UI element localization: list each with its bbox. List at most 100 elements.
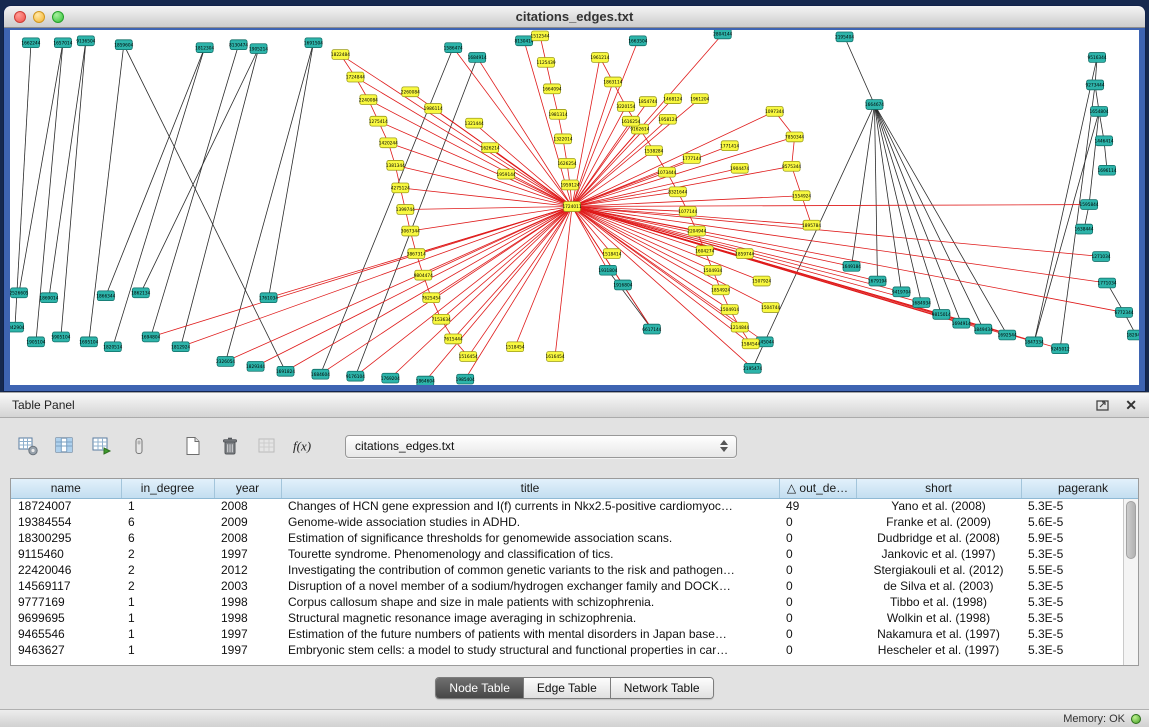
graph-node[interactable]: 1275414	[369, 116, 388, 126]
import-table-icon[interactable]	[88, 432, 116, 460]
graph-node[interactable]: 1981314	[548, 109, 567, 119]
graph-node[interactable]: 1854744	[638, 97, 657, 107]
graph-node[interactable]: 1812304	[195, 43, 214, 53]
graph-node[interactable]: 1854924	[711, 285, 730, 295]
table-scrollbar[interactable]	[1123, 499, 1138, 665]
graph-node[interactable]: 9273444	[1086, 80, 1105, 90]
network-canvas[interactable]: 1662244165701491365041859604181230481304…	[10, 30, 1139, 385]
table-row[interactable]: 946554611997Estimation of the future num…	[11, 626, 1139, 642]
graph-node[interactable]: 1829344	[246, 361, 265, 371]
graph-node[interactable]: 2240084	[359, 95, 378, 105]
graph-node[interactable]: 1516454	[459, 352, 478, 362]
graph-node[interactable]: 2526605	[10, 288, 29, 298]
graph-node[interactable]: 2204944	[687, 226, 706, 236]
table-select-dropdown[interactable]: citations_edges.txt	[345, 435, 737, 458]
function-builder-icon[interactable]: f(x)	[290, 432, 318, 460]
graph-node[interactable]: 1684914	[468, 53, 487, 63]
graph-node[interactable]: 1507924	[752, 276, 771, 286]
graph-node[interactable]: 9245012	[1051, 344, 1070, 354]
graph-node[interactable]: 1724844	[346, 72, 365, 82]
graph-node[interactable]: 7625454	[422, 293, 441, 303]
graph-node[interactable]: 1959144	[497, 169, 516, 179]
graph-node[interactable]: 1895784	[802, 220, 821, 230]
graph-node[interactable]: 1849434	[974, 324, 993, 334]
tab-edge-table[interactable]: Edge Table	[524, 678, 611, 698]
graph-node[interactable]: 1769204	[381, 373, 400, 383]
graph-node[interactable]: 1862134	[131, 288, 150, 298]
graph-node[interactable]: 1381344	[386, 160, 405, 170]
graph-node[interactable]: 1694804	[141, 332, 160, 342]
graph-node[interactable]: 9419704	[892, 287, 911, 297]
graph-node[interactable]: 1820514	[103, 342, 122, 352]
table-row[interactable]: 1938455462009Genome-wide association stu…	[11, 514, 1139, 530]
graph-node[interactable]: 1842904	[10, 322, 25, 332]
graph-node[interactable]: 1696114	[1098, 165, 1117, 175]
graph-node[interactable]: 6772344	[1114, 308, 1133, 318]
select-columns-icon[interactable]	[51, 432, 79, 460]
graph-node[interactable]: 1657014	[53, 38, 72, 48]
graph-node[interactable]: 1271034	[1092, 252, 1111, 262]
graph-node[interactable]: 1916804	[613, 280, 632, 290]
graph-node[interactable]: 1863114	[603, 77, 622, 87]
graph-node[interactable]: 1905214	[249, 44, 268, 54]
graph-node[interactable]: 7615444	[444, 334, 463, 344]
graph-node[interactable]: 3867314	[407, 249, 426, 259]
graph-node[interactable]: 1695104	[79, 337, 98, 347]
graph-node[interactable]: 1518414	[602, 249, 621, 259]
column-header-name[interactable]: name	[11, 479, 121, 498]
graph-node[interactable]: 6617144	[642, 324, 661, 334]
graph-node[interactable]: 1864604	[416, 376, 435, 385]
graph-node[interactable]: 1961214	[590, 53, 609, 63]
graph-node[interactable]: 1691824	[276, 366, 295, 376]
graph-node[interactable]: 8130474	[229, 40, 248, 50]
new-table-icon[interactable]	[179, 432, 207, 460]
tab-node-table[interactable]: Node Table	[436, 678, 524, 698]
graph-node[interactable]: 1518454	[506, 342, 525, 352]
table-row[interactable]: 911546021997Tourette syndrome. Phenomeno…	[11, 546, 1139, 562]
graph-node[interactable]: 3220154	[616, 102, 635, 112]
graph-node[interactable]: 1554924	[792, 191, 811, 201]
column-header-out-de-[interactable]: △ out_de…	[779, 479, 856, 498]
graph-node[interactable]: 3067344	[401, 226, 420, 236]
table-row[interactable]: 946362711997Embryonic stem cells: a mode…	[11, 642, 1139, 658]
graph-node[interactable]: 1504934	[703, 265, 722, 275]
scrollbar-thumb[interactable]	[1126, 501, 1136, 559]
graph-node[interactable]: 2326054	[216, 357, 235, 367]
graph-node[interactable]: 1663504	[628, 36, 647, 46]
graph-node[interactable]: 1662244	[21, 38, 40, 48]
graph-node[interactable]: 8321644	[668, 187, 687, 197]
table-row[interactable]: 977716911998Corpus callosum shape and si…	[11, 594, 1139, 610]
graph-node[interactable]: 1869014	[39, 293, 58, 303]
table-mode-icon[interactable]	[125, 432, 153, 460]
graph-node[interactable]: 1692544	[998, 330, 1017, 340]
close-panel-icon[interactable]: ✕	[1125, 398, 1137, 412]
graph-node[interactable]: 1125439	[536, 57, 555, 67]
graph-node[interactable]: 1859744	[735, 249, 754, 259]
graph-node[interactable]: 1986114	[424, 104, 443, 114]
graph-node[interactable]: 1694914	[952, 318, 971, 328]
graph-node[interactable]: 1322014	[553, 134, 572, 144]
graph-node[interactable]: 1077144	[678, 207, 697, 217]
graph-node[interactable]: 1538284	[644, 146, 663, 156]
graph-node[interactable]: 1771414	[720, 141, 739, 151]
graph-node[interactable]: 1616254	[621, 116, 640, 126]
graph-node[interactable]: 7850344	[785, 132, 804, 142]
graph-node[interactable]: 1584544	[741, 339, 760, 349]
graph-node[interactable]: 1905104	[26, 337, 45, 347]
graph-node[interactable]: 2804144	[713, 30, 732, 39]
graph-node[interactable]: 1822484	[331, 50, 350, 60]
graph-node[interactable]: 1961204	[690, 94, 709, 104]
graph-node[interactable]: 1468124	[663, 94, 682, 104]
graph-node[interactable]: 1664674	[865, 100, 884, 110]
graph-node[interactable]: 1664094	[542, 84, 561, 94]
graph-node[interactable]: 1724011	[562, 202, 581, 212]
table-row[interactable]: 1830029562008Estimation of significance …	[11, 530, 1139, 546]
column-header-short[interactable]: short	[856, 479, 1021, 498]
graph-node[interactable]: 7153634	[432, 314, 451, 324]
graph-node[interactable]: 1321444	[465, 118, 484, 128]
graph-node[interactable]: 1904474	[730, 163, 749, 173]
column-header-pagerank[interactable]: pagerank	[1021, 479, 1139, 498]
graph-node[interactable]: 1073444	[657, 167, 676, 177]
graph-node[interactable]: 9804474	[414, 270, 433, 280]
graph-node[interactable]: 1958124	[658, 114, 677, 124]
